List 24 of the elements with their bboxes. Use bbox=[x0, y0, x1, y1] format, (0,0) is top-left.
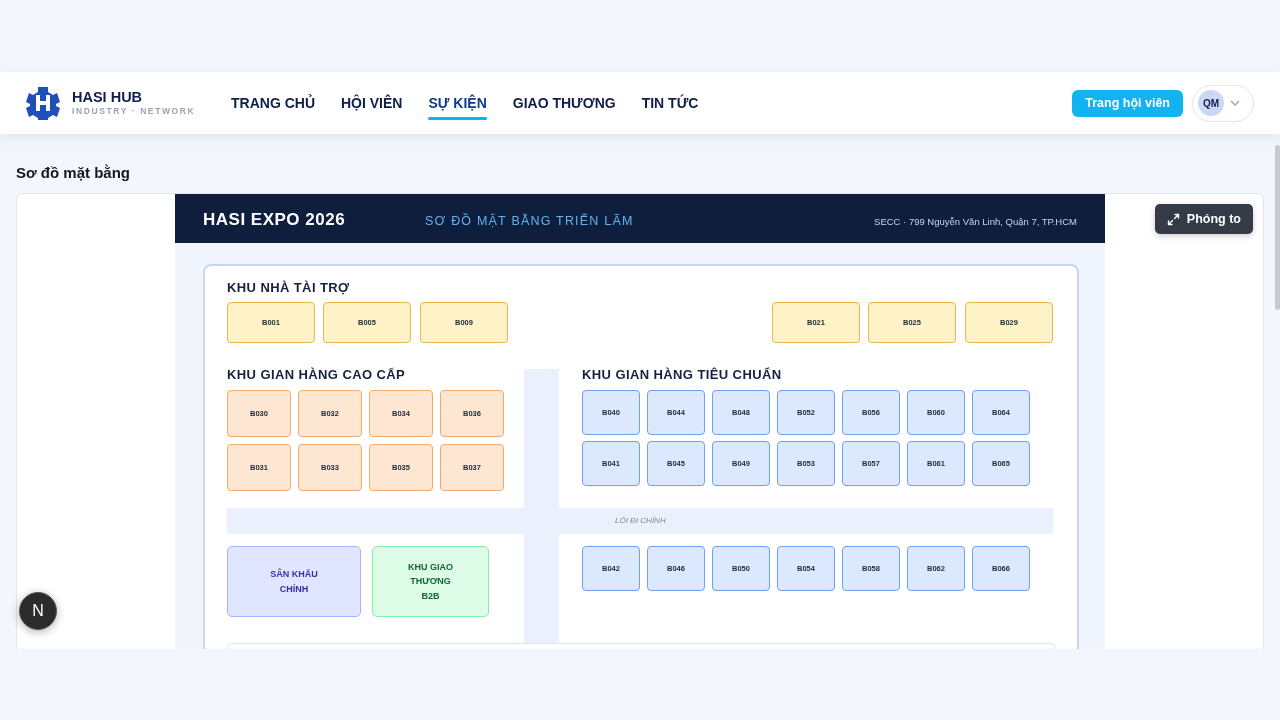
map-subtitle: SƠ ĐỒ MẶT BẰNG TRIỂN LÃM bbox=[425, 214, 634, 228]
chevron-down-icon bbox=[1230, 100, 1240, 106]
nav-tab[interactable]: TIN TỨC bbox=[641, 72, 699, 134]
section-title: Sơ đồ mặt bằng bbox=[16, 164, 131, 181]
avatar: QM bbox=[1198, 90, 1224, 116]
hub-logo-icon bbox=[26, 86, 60, 120]
zone-title: KHU GIAN HÀNG TIÊU CHUẨN bbox=[582, 367, 782, 382]
zoom-button[interactable]: Phóng to bbox=[1154, 204, 1253, 234]
zone-title: KHU NHÀ TÀI TRỢ bbox=[227, 280, 350, 295]
trade-area[interactable]: KHU GIAO THƯƠNG B2B bbox=[372, 546, 489, 617]
aisle-label: LỐI ĐI CHÍNH bbox=[615, 516, 666, 525]
venue-address: SECC · 799 Nguyễn Văn Linh, Quận 7, TP.HCM bbox=[874, 216, 1077, 227]
brand-name: HASI HUB bbox=[72, 90, 144, 106]
stage-area[interactable]: SÂN KHẤU CHÍNH bbox=[227, 546, 361, 617]
nav-tab[interactable]: SỰ KIỆN bbox=[428, 72, 487, 134]
nav-tab[interactable]: TRANG CHỦ bbox=[231, 72, 315, 134]
zone-title: KHU GIAN HÀNG CAO CẤP bbox=[227, 367, 406, 382]
nav-tab[interactable]: GIAO THƯƠNG bbox=[512, 72, 616, 134]
user-menu[interactable]: QM bbox=[1192, 84, 1254, 122]
expo-title: HASI EXPO 2026 bbox=[203, 210, 346, 230]
nav-tab[interactable]: HỘI VIÊN bbox=[341, 72, 403, 134]
brand-tagline: INDUSTRY · NETWORK bbox=[72, 105, 196, 116]
scrollbar-thumb[interactable] bbox=[1275, 145, 1280, 310]
expand-icon bbox=[1166, 212, 1180, 226]
